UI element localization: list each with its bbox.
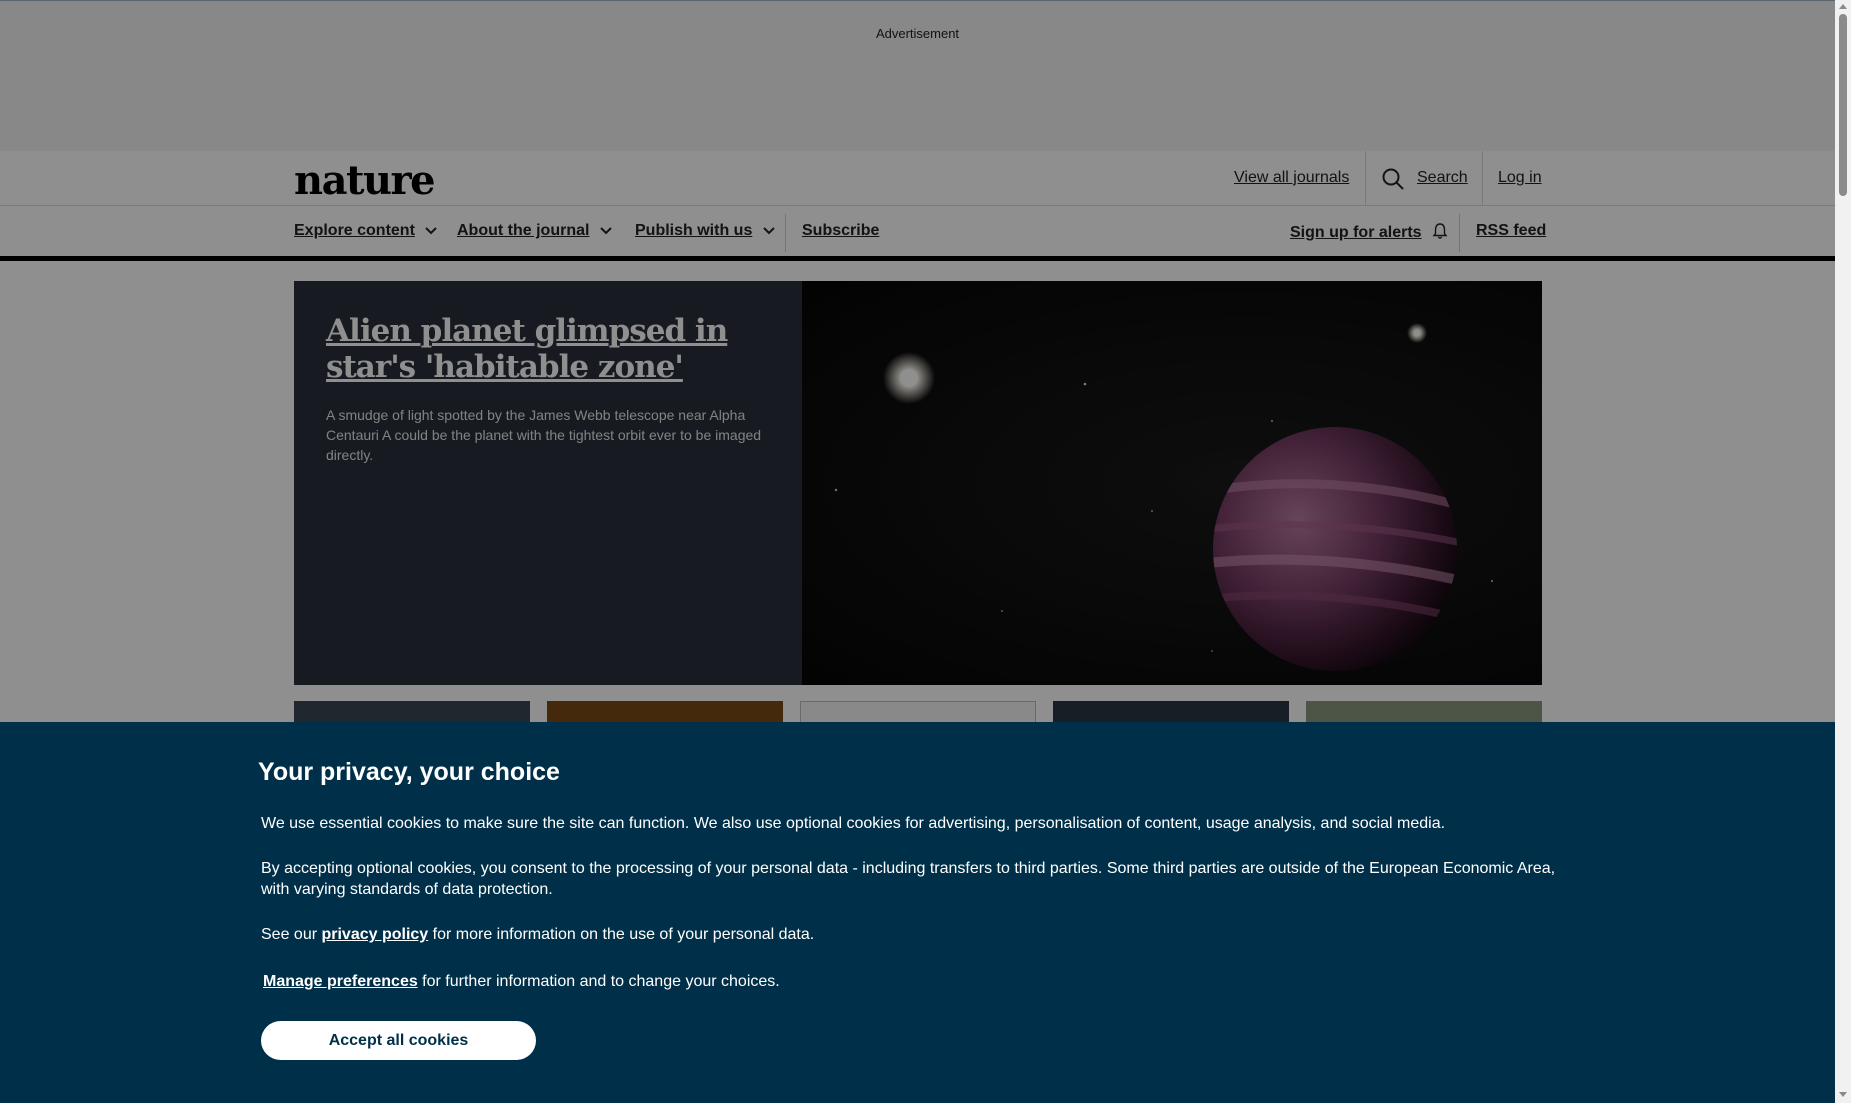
privacy-text-after: for more information on the use of your … — [428, 926, 815, 943]
scrollbar-thumb[interactable] — [1839, 14, 1847, 196]
accept-all-cookies-button[interactable]: Accept all cookies — [261, 1021, 536, 1060]
scroll-up-arrow-icon[interactable] — [1839, 4, 1847, 9]
cookie-paragraph-privacy: See our privacy policy for more informat… — [261, 924, 1571, 945]
cookie-paragraph-essential: We use essential cookies to make sure th… — [261, 815, 1446, 832]
privacy-policy-link[interactable]: privacy policy — [321, 926, 428, 943]
preferences-text-after: for further information and to change yo… — [417, 973, 780, 990]
cookie-consent-banner: Your privacy, your choice We use essenti… — [0, 722, 1835, 1103]
scrollbar[interactable] — [1835, 0, 1851, 1103]
privacy-text-before: See our — [261, 926, 322, 943]
cookie-title: Your privacy, your choice — [258, 758, 560, 786]
scroll-down-arrow-icon[interactable] — [1839, 1092, 1847, 1097]
manage-preferences-link[interactable]: Manage preferences — [263, 973, 418, 990]
cookie-paragraph-preferences: Manage preferences for further informati… — [263, 971, 1573, 992]
cookie-paragraph-consent: By accepting optional cookies, you conse… — [261, 860, 1556, 898]
